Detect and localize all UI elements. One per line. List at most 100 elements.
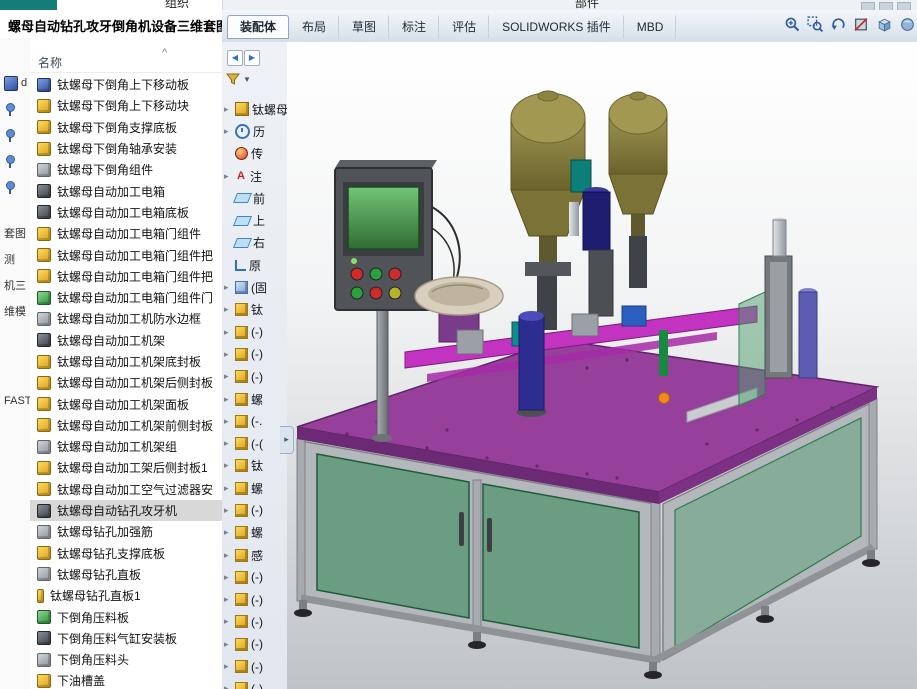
window-control-icon[interactable] bbox=[879, 2, 893, 10]
drill-unit[interactable] bbox=[569, 160, 613, 316]
list-item[interactable]: 钛螺母自动加工空气过滤器安 bbox=[30, 479, 222, 500]
nav-document-item[interactable]: d bbox=[4, 74, 27, 92]
window-control-icon[interactable] bbox=[897, 2, 911, 10]
feature-tree-item[interactable]: (-) bbox=[222, 499, 287, 521]
list-item[interactable]: 钛螺母自动加工机架后侧封板 bbox=[30, 372, 222, 393]
orange-knob[interactable] bbox=[659, 393, 670, 404]
right-tower[interactable] bbox=[739, 218, 817, 407]
feature-tree-item[interactable]: 注 bbox=[222, 165, 287, 187]
pneumatic-cylinder[interactable] bbox=[799, 292, 817, 378]
list-item[interactable]: 钛螺母自动加工电箱门组件把 bbox=[30, 244, 222, 265]
feature-tree-item[interactable]: 螺 bbox=[222, 522, 287, 544]
tab-SOLIDWORKS 插件[interactable]: SOLIDWORKS 插件 bbox=[489, 15, 624, 39]
list-item[interactable]: 钛螺母自动加工机架前侧封板 bbox=[30, 415, 222, 436]
nav-text-fragment[interactable]: FAST bbox=[4, 392, 31, 410]
expand-arrow-icon[interactable] bbox=[224, 460, 232, 471]
window-control-icon[interactable] bbox=[861, 2, 875, 10]
panel-back-button[interactable]: ◀ bbox=[227, 50, 243, 66]
pinned-item-icon[interactable] bbox=[4, 152, 15, 170]
view-orientation-icon[interactable] bbox=[874, 14, 894, 35]
expand-arrow-icon[interactable] bbox=[224, 505, 232, 516]
expand-arrow-icon[interactable] bbox=[224, 349, 232, 360]
feature-tree-item[interactable]: (-) bbox=[222, 611, 287, 633]
feature-tree-item[interactable]: 历 bbox=[222, 120, 287, 142]
list-item[interactable]: 钛螺母自动加工机架面板 bbox=[30, 393, 222, 414]
tab-装配体[interactable]: 装配体 bbox=[227, 15, 289, 39]
feature-tree-item[interactable]: (-( bbox=[222, 432, 287, 454]
insert-components-menu[interactable]: 部件 bbox=[575, 0, 599, 10]
feature-tree-item[interactable]: 钛螺母 bbox=[222, 98, 287, 120]
feature-tree-item[interactable]: 前 bbox=[222, 187, 287, 209]
list-item[interactable]: 钛螺母自动加工电箱门组件把 bbox=[30, 266, 222, 287]
expand-arrow-icon[interactable] bbox=[224, 327, 232, 338]
feature-tree-item[interactable]: 钛 bbox=[222, 299, 287, 321]
list-item[interactable]: 钛螺母下倒角上下移动板 bbox=[30, 74, 222, 95]
list-item[interactable]: 下倒角压料气缸安装板 bbox=[30, 628, 222, 649]
expand-arrow-icon[interactable] bbox=[224, 416, 232, 427]
tab-MBD[interactable]: MBD bbox=[624, 15, 677, 39]
expand-arrow-icon[interactable] bbox=[224, 394, 232, 405]
pinned-item-icon[interactable] bbox=[4, 178, 15, 196]
feature-tree-item[interactable]: 右 bbox=[222, 232, 287, 254]
feature-tree-item[interactable]: 传 bbox=[222, 143, 287, 165]
tab-草图[interactable]: 草图 bbox=[339, 15, 389, 39]
carriage[interactable] bbox=[572, 314, 598, 336]
expand-arrow-icon[interactable] bbox=[224, 171, 232, 182]
glass-door-right[interactable] bbox=[483, 484, 639, 648]
expand-arrow-icon[interactable] bbox=[224, 527, 232, 538]
nav-text-fragment[interactable]: 测 bbox=[4, 250, 15, 268]
list-item[interactable]: 钛螺母自动加工电箱 bbox=[30, 180, 222, 201]
feature-tree-item[interactable]: (-) bbox=[222, 655, 287, 677]
door-handle-right[interactable] bbox=[487, 518, 492, 552]
zoom-to-fit-icon[interactable] bbox=[783, 14, 803, 35]
feature-tree-item[interactable]: (-) bbox=[222, 366, 287, 388]
feature-tree-item[interactable]: (-) bbox=[222, 589, 287, 611]
feature-tree-item[interactable]: (-) bbox=[222, 566, 287, 588]
list-item[interactable]: 钛螺母自动加工架后侧封板1 bbox=[30, 457, 222, 478]
expand-arrow-icon[interactable] bbox=[224, 304, 232, 315]
expand-arrow-icon[interactable] bbox=[224, 661, 232, 672]
nav-text-fragment[interactable]: 维模 bbox=[4, 302, 26, 320]
front-cylinder[interactable] bbox=[517, 311, 547, 417]
door-handle-left[interactable] bbox=[459, 512, 464, 546]
expand-arrow-icon[interactable] bbox=[224, 550, 232, 561]
list-item[interactable]: 钛螺母自动钻孔攻牙机 bbox=[30, 500, 222, 521]
list-item[interactable]: 钛螺母自动加工电箱门组件门 bbox=[30, 287, 222, 308]
feature-tree-item[interactable]: 原 bbox=[222, 254, 287, 276]
hmi-screen[interactable] bbox=[348, 187, 419, 249]
feature-tree-item[interactable]: 螺 bbox=[222, 477, 287, 499]
tab-评估[interactable]: 评估 bbox=[439, 15, 489, 39]
list-item[interactable]: 钛螺母钻孔支撑底板 bbox=[30, 543, 222, 564]
feature-tree-item[interactable]: 螺 bbox=[222, 388, 287, 410]
pinned-item-icon[interactable] bbox=[4, 126, 15, 144]
expand-arrow-icon[interactable] bbox=[224, 126, 232, 137]
list-item[interactable]: 钛螺母自动加工电箱门组件 bbox=[30, 223, 222, 244]
carriage[interactable] bbox=[622, 306, 646, 326]
feature-tree-item[interactable]: (-) bbox=[222, 321, 287, 343]
column-header-row[interactable]: 名称 ^ bbox=[30, 50, 222, 73]
display-style-icon[interactable] bbox=[897, 14, 917, 35]
glass-door-left[interactable] bbox=[317, 454, 469, 618]
main-viewport[interactable] bbox=[287, 42, 917, 689]
section-view-icon[interactable] bbox=[851, 14, 871, 35]
tree-filter-row[interactable]: ▼ bbox=[226, 72, 251, 86]
feature-tree-item[interactable]: 感 bbox=[222, 544, 287, 566]
expand-arrow-icon[interactable] bbox=[224, 616, 232, 627]
previous-view-icon[interactable] bbox=[829, 14, 849, 35]
feature-tree-item[interactable]: (-) bbox=[222, 343, 287, 365]
spindle-motor[interactable] bbox=[583, 192, 610, 250]
feature-tree-item[interactable]: (-. bbox=[222, 410, 287, 432]
sort-ascending-icon[interactable]: ^ bbox=[162, 47, 167, 59]
panel-collapse-handle[interactable] bbox=[280, 426, 294, 454]
zoom-area-icon[interactable] bbox=[806, 14, 826, 35]
list-item[interactable]: 钛螺母自动加工机架组 bbox=[30, 436, 222, 457]
list-item[interactable]: 下油槽盖 bbox=[30, 670, 222, 689]
list-item[interactable]: 钛螺母下倒角轴承安装 bbox=[30, 138, 222, 159]
list-item[interactable]: 钛螺母钻孔直板1 bbox=[30, 585, 222, 606]
list-item[interactable]: 钛螺母自动加工机架 bbox=[30, 330, 222, 351]
green-sensor-bar[interactable] bbox=[659, 330, 668, 376]
expand-arrow-icon[interactable] bbox=[224, 683, 232, 689]
carriage[interactable] bbox=[457, 330, 483, 354]
feature-tree-item[interactable]: 钛 bbox=[222, 455, 287, 477]
expand-arrow-icon[interactable] bbox=[224, 594, 232, 605]
